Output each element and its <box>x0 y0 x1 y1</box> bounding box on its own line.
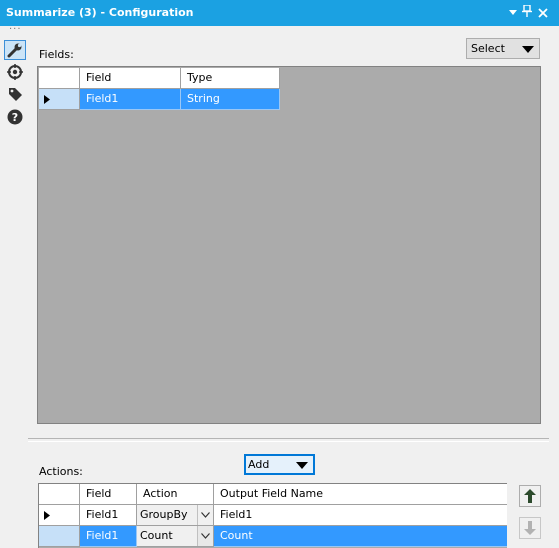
close-icon[interactable] <box>538 6 548 22</box>
help-icon[interactable]: ? <box>4 107 26 127</box>
grip-dots: ··· <box>9 24 22 35</box>
column-header-field[interactable]: Field <box>80 484 137 505</box>
column-header-action[interactable]: Action <box>137 484 214 505</box>
actions-grid[interactable]: Field Action Output Field Name Field1 Gr… <box>38 483 507 548</box>
chevron-down-icon[interactable] <box>197 505 213 525</box>
actions-label: Actions: <box>39 465 83 478</box>
action-row-field[interactable]: Field1 <box>80 505 137 526</box>
column-header-type[interactable]: Type <box>181 68 280 89</box>
row-header[interactable] <box>39 505 80 526</box>
action-row-output-name[interactable]: Count <box>214 526 507 547</box>
action-combo-value: Count <box>140 529 173 542</box>
title-bar: Summarize (3) - Configuration <box>0 0 559 26</box>
row-header-corner <box>39 484 80 505</box>
row-header[interactable] <box>39 89 80 110</box>
column-header-field[interactable]: Field <box>80 68 181 89</box>
add-dropdown[interactable]: Add <box>244 454 315 475</box>
add-dropdown-label: Add <box>248 458 270 471</box>
action-row-field[interactable]: Field1 <box>80 526 137 547</box>
chevron-down-icon[interactable] <box>197 526 213 546</box>
chevron-down-icon <box>522 46 534 53</box>
pin-icon[interactable] <box>522 4 532 21</box>
tag-icon[interactable] <box>4 84 26 104</box>
fields-grid[interactable]: Field Type Field1 String <box>37 66 541 424</box>
wrench-icon[interactable] <box>4 40 26 60</box>
row-header[interactable] <box>39 526 80 547</box>
action-row-output-name[interactable]: Field1 <box>214 505 507 526</box>
action-combo[interactable]: GroupBy <box>137 505 214 526</box>
move-up-button[interactable] <box>519 485 541 507</box>
action-combo[interactable]: Count <box>137 526 214 547</box>
window-title: Summarize (3) - Configuration <box>6 6 194 19</box>
action-combo-value: GroupBy <box>140 508 188 521</box>
column-header-output-field-name[interactable]: Output Field Name <box>214 484 507 505</box>
arrow-down-icon <box>524 521 536 535</box>
chevron-down-icon <box>296 462 308 469</box>
table-row-type[interactable]: String <box>181 89 280 110</box>
row-pointer-icon <box>44 511 50 520</box>
table-row-field[interactable]: Field1 <box>80 89 181 110</box>
arrow-up-icon <box>524 489 536 503</box>
row-header-corner <box>39 68 80 89</box>
move-down-button[interactable] <box>519 517 541 539</box>
select-dropdown-label: Select <box>471 42 505 55</box>
target-icon[interactable] <box>4 62 26 82</box>
chevron-down-icon[interactable] <box>509 4 517 20</box>
panel-splitter[interactable] <box>28 438 549 442</box>
svg-text:?: ? <box>12 111 18 124</box>
row-pointer-icon <box>44 95 50 104</box>
fields-label: Fields: <box>39 48 74 61</box>
select-dropdown[interactable]: Select <box>466 38 540 59</box>
